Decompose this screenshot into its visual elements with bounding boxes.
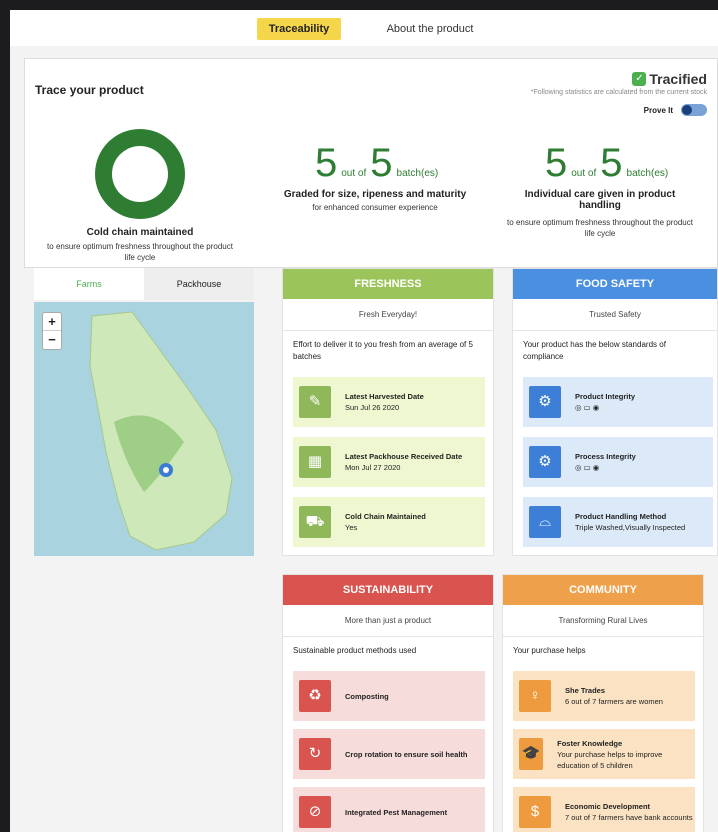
packhouse-item: ▦ Latest Packhouse Received Date Mon Jul …: [293, 437, 485, 487]
product-integrity-item: ⚙ Product Integrity ◎ ▭ ◉: [523, 377, 713, 427]
trace-title: Trace your product: [35, 83, 144, 97]
zoom-in-button[interactable]: +: [43, 313, 61, 331]
community-head: COMMUNITY: [503, 575, 703, 605]
tab-packhouse[interactable]: Packhouse: [144, 268, 254, 300]
freshness-sub: Fresh Everyday!: [283, 299, 493, 331]
check-icon: ✓: [632, 72, 647, 86]
cold-chain-donut: [95, 129, 185, 219]
tracified-logo: ✓ Tracified: [632, 71, 707, 87]
handling-method-item: ⌓ Product Handling Method Triple Washed,V…: [523, 497, 713, 547]
food-safety-head: FOOD SAFETY: [513, 269, 717, 299]
page: Traceability About the product Trace you…: [10, 10, 718, 832]
community-desc: Your purchase helps: [513, 646, 586, 655]
graduation-cap-icon: 🎓: [519, 738, 544, 770]
care-sub: to ensure optimum freshness throughout t…: [507, 218, 693, 238]
product-integrity-icon: ⚙: [529, 386, 561, 418]
harvest-icon: ✎: [299, 386, 331, 418]
certification-badges: ◎ ▭ ◉: [575, 403, 600, 412]
community-sub: Transforming Rural Lives: [503, 605, 703, 637]
map-tabs: Farms Packhouse: [34, 268, 254, 300]
basket-icon: ⌓: [529, 506, 561, 538]
community-card: COMMUNITY Transforming Rural Lives Your …: [502, 574, 704, 832]
food-safety-card: FOOD SAFETY Trusted Safety Your product …: [512, 268, 718, 556]
certification-badges: ◎ ▭ ◉: [575, 463, 600, 472]
person-icon: ♀: [519, 680, 551, 712]
freshness-card: FRESHNESS Fresh Everyday! Effort to deli…: [282, 268, 494, 556]
composting-item: ♻ Composting: [293, 671, 485, 721]
sri-lanka-map: [89, 311, 233, 551]
prove-it: Prove It: [644, 104, 707, 116]
freshness-desc: Effort to deliver it to you fresh from a…: [293, 340, 473, 361]
food-safety-sub: Trusted Safety: [513, 299, 717, 331]
sustainability-card: SUSTAINABILITY More than just a product …: [282, 574, 494, 832]
tab-bar: Traceability About the product: [10, 10, 718, 46]
cold-chain-item: ⛟ Cold Chain Maintained Yes: [293, 497, 485, 547]
recycle-icon: ♻: [299, 680, 331, 712]
cold-chain-title: Cold chain maintained: [86, 227, 194, 238]
economic-development-item: $ Economic Development 7 out of 7 farmers…: [513, 787, 695, 832]
trace-panel: Trace your product ✓ Tracified *Following…: [24, 58, 718, 268]
rotation-icon: ↻: [299, 738, 331, 770]
process-integrity-icon: ⚙: [529, 446, 561, 478]
zoom-controls: + −: [42, 312, 62, 350]
food-safety-desc: Your product has the below standards of …: [523, 340, 666, 361]
sustainability-head: SUSTAINABILITY: [283, 575, 493, 605]
truck-icon: ⛟: [299, 506, 331, 538]
prove-it-toggle[interactable]: [681, 104, 707, 116]
care-count: 5 out of 5 batch(es): [545, 141, 669, 185]
graded-count: 5 out of 5 batch(es): [315, 141, 439, 185]
crop-rotation-item: ↻ Crop rotation to ensure soil health: [293, 729, 485, 779]
stats-note: *Following statistics are calculated fro…: [530, 89, 707, 96]
pest-management-item: ⊘ Integrated Pest Management: [293, 787, 485, 832]
sustainability-sub: More than just a product: [283, 605, 493, 637]
tab-about-product[interactable]: About the product: [375, 18, 485, 40]
graded-title: Graded for size, ripeness and maturity: [283, 189, 467, 200]
sustainability-desc: Sustainable product methods used: [293, 646, 417, 655]
tab-farms[interactable]: Farms: [34, 268, 144, 300]
packhouse-icon: ▦: [299, 446, 331, 478]
harvested-item: ✎ Latest Harvested Date Sun Jul 26 2020: [293, 377, 485, 427]
graded-sub: for enhanced consumer experience: [312, 203, 438, 212]
freshness-head: FRESHNESS: [283, 269, 493, 299]
farm-map[interactable]: [34, 302, 254, 556]
zoom-out-button[interactable]: −: [43, 331, 61, 349]
cold-chain-sub: to ensure optimum freshness throughout t…: [47, 242, 233, 262]
pest-icon: ⊘: [299, 796, 331, 828]
tab-traceability[interactable]: Traceability: [257, 18, 341, 40]
process-integrity-item: ⚙ Process Integrity ◎ ▭ ◉: [523, 437, 713, 487]
she-trades-item: ♀ She Trades 6 out of 7 farmers are women: [513, 671, 695, 721]
money-bag-icon: $: [519, 796, 551, 828]
foster-knowledge-item: 🎓 Foster Knowledge Your purchase helps to…: [513, 729, 695, 779]
care-title: Individual care given in product handlin…: [524, 189, 676, 211]
